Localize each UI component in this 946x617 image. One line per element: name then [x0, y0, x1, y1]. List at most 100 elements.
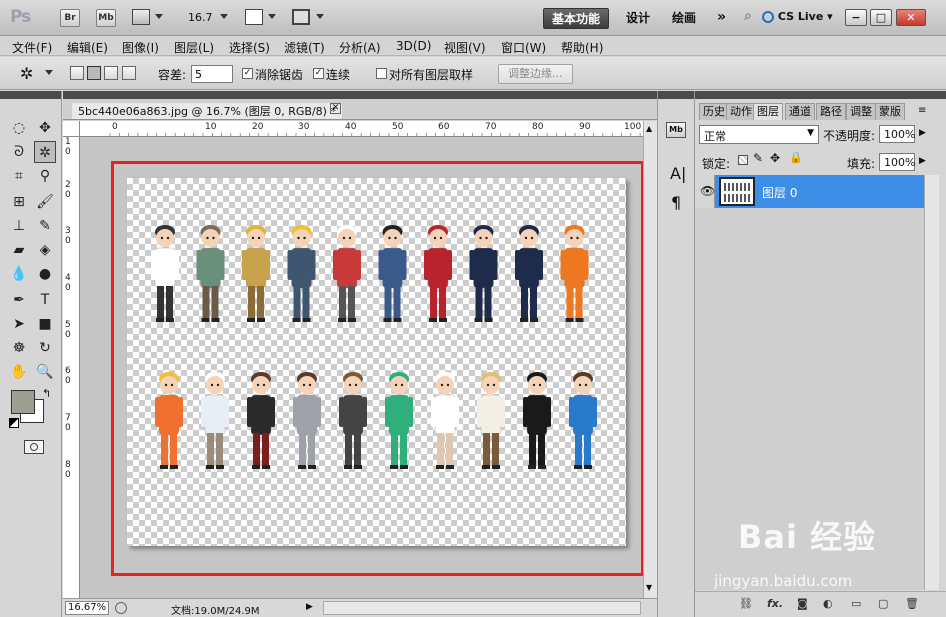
- eyedropper-tool-icon[interactable]: ⚲: [34, 165, 56, 187]
- lock-position-icon[interactable]: ✥: [770, 151, 780, 165]
- eye-icon[interactable]: 👁: [700, 184, 715, 198]
- menu-edit[interactable]: 编辑(E): [67, 39, 108, 56]
- workspace-design[interactable]: 设计: [618, 8, 658, 29]
- new-selection-icon[interactable]: [70, 66, 84, 80]
- dodge-tool-icon[interactable]: ●: [34, 263, 56, 285]
- sample-all-layers-checkbox[interactable]: [376, 68, 387, 79]
- lock-all-icon[interactable]: 🔒: [789, 151, 803, 164]
- blend-mode-select[interactable]: 正常 ▼: [699, 125, 819, 144]
- clone-stamp-tool-icon[interactable]: ⊥: [8, 215, 30, 237]
- bridge-button[interactable]: Br: [60, 9, 80, 27]
- tab-adjustments[interactable]: 调整: [846, 103, 876, 120]
- menu-image[interactable]: 图像(I): [122, 39, 159, 56]
- menu-filter[interactable]: 滤镜(T): [284, 39, 325, 56]
- type-tool-icon[interactable]: T: [34, 289, 56, 311]
- arrange-documents-icon[interactable]: [245, 9, 263, 25]
- blur-tool-icon[interactable]: 💧: [8, 263, 30, 285]
- search-icon[interactable]: ⌕: [744, 8, 752, 24]
- foreground-color-swatch[interactable]: [11, 390, 35, 414]
- menu-layer[interactable]: 图层(L): [174, 39, 214, 56]
- screen-mode-dropdown-icon[interactable]: [316, 14, 324, 19]
- marquee-tool-icon[interactable]: ◌: [8, 117, 30, 139]
- cs-live-button[interactable]: CS Live ▾: [762, 10, 833, 23]
- menu-view[interactable]: 视图(V): [444, 39, 486, 56]
- paragraph-panel-icon[interactable]: ¶: [671, 193, 681, 212]
- antialias-checkbox[interactable]: ✓: [242, 68, 253, 79]
- minimize-button[interactable]: −: [845, 9, 867, 26]
- more-workspaces-button[interactable]: »: [717, 9, 726, 25]
- hand-tool-icon[interactable]: ✋: [8, 361, 30, 383]
- document-panel-header[interactable]: [63, 91, 657, 99]
- menu-file[interactable]: 文件(F): [12, 39, 52, 56]
- eraser-tool-icon[interactable]: ▰: [8, 239, 30, 261]
- crop-tool-icon[interactable]: ⌗: [8, 165, 30, 187]
- canvas-area[interactable]: [80, 137, 644, 598]
- paint-bucket-tool-icon[interactable]: ◈: [34, 239, 56, 261]
- contiguous-checkbox[interactable]: ✓: [313, 68, 324, 79]
- status-menu-arrow-icon[interactable]: ▶: [306, 602, 313, 612]
- status-icon[interactable]: [115, 602, 127, 614]
- 3d-rotate-tool-icon[interactable]: ☸: [8, 337, 30, 359]
- add-to-selection-icon[interactable]: [87, 66, 101, 80]
- new-layer-icon[interactable]: ▢: [878, 597, 888, 610]
- link-layers-icon[interactable]: ⛓: [739, 597, 753, 610]
- path-selection-tool-icon[interactable]: ➤: [8, 313, 30, 335]
- quick-mask-icon[interactable]: [24, 440, 44, 454]
- tool-preset-dropdown-icon[interactable]: [45, 70, 53, 75]
- subtract-from-selection-icon[interactable]: [104, 66, 118, 80]
- icon-dock-header[interactable]: [658, 91, 694, 99]
- menu-help[interactable]: 帮助(H): [561, 39, 603, 56]
- delete-layer-icon[interactable]: 🗑: [905, 597, 919, 610]
- add-mask-icon[interactable]: ◙: [797, 597, 808, 610]
- menu-select[interactable]: 选择(S): [229, 39, 270, 56]
- ruler-origin[interactable]: [63, 121, 80, 137]
- horizontal-scrollbar[interactable]: [323, 601, 641, 615]
- tools-panel-header[interactable]: [0, 91, 61, 99]
- horizontal-ruler[interactable]: 0 10 20 30 40 50 60 70 80 90 100: [80, 121, 643, 137]
- vertical-ruler[interactable]: 1 0 2 0 3 0 4 0 5 0 6 0 7 0 8 0: [63, 137, 80, 598]
- pen-tool-icon[interactable]: ✒: [8, 289, 30, 311]
- tab-paths[interactable]: 路径: [816, 103, 846, 120]
- view-extras-dropdown-icon[interactable]: [155, 14, 163, 19]
- layer-style-icon[interactable]: fx.: [767, 597, 783, 610]
- mini-bridge-panel-icon[interactable]: Mb: [666, 122, 686, 138]
- lock-image-icon[interactable]: ✎: [753, 151, 763, 165]
- layer-visibility-cell[interactable]: 👁: [695, 175, 715, 208]
- swap-colors-icon[interactable]: ↰: [42, 387, 51, 400]
- scroll-down-icon[interactable]: ▼: [646, 583, 652, 592]
- intersect-selection-icon[interactable]: [122, 66, 136, 80]
- magic-wand-preset-icon[interactable]: ✲: [20, 64, 33, 83]
- scroll-up-icon[interactable]: ▲: [646, 124, 652, 133]
- close-button[interactable]: ✕: [896, 9, 926, 26]
- tab-channels[interactable]: 通道: [785, 103, 815, 120]
- view-extras-icon[interactable]: [132, 9, 150, 25]
- panel-menu-icon[interactable]: ≡: [918, 105, 926, 116]
- refine-edge-button[interactable]: 调整边缘...: [498, 64, 573, 84]
- character-panel-icon[interactable]: A|: [670, 164, 686, 183]
- adjustment-layer-icon[interactable]: ◐: [823, 597, 833, 610]
- move-tool-icon[interactable]: ✥: [34, 117, 56, 139]
- maximize-button[interactable]: □: [870, 9, 892, 26]
- mini-bridge-button[interactable]: Mb: [96, 9, 116, 27]
- zoom-tool-icon[interactable]: 🔍: [34, 361, 56, 383]
- tab-history[interactable]: 历史: [699, 103, 729, 120]
- 3d-orbit-tool-icon[interactable]: ↻: [34, 337, 56, 359]
- new-group-icon[interactable]: ▭: [851, 597, 861, 610]
- fill-slider-icon[interactable]: ▶: [919, 156, 926, 166]
- default-colors-icon[interactable]: [9, 418, 19, 428]
- opacity-slider-icon[interactable]: ▶: [919, 128, 926, 138]
- opacity-input[interactable]: 100%: [879, 125, 915, 143]
- lock-transparent-icon[interactable]: [738, 155, 748, 165]
- menu-3d[interactable]: 3D(D): [396, 39, 431, 53]
- brush-tool-icon[interactable]: 🖌: [34, 191, 56, 213]
- vertical-scrollbar[interactable]: ▲ ▼: [643, 121, 657, 598]
- lasso-tool-icon[interactable]: ᘐ: [8, 141, 30, 163]
- screen-mode-icon[interactable]: [292, 9, 310, 25]
- status-zoom-field[interactable]: 16.67%: [65, 601, 109, 615]
- healing-brush-tool-icon[interactable]: ⊞: [8, 191, 30, 213]
- arrange-dropdown-icon[interactable]: [268, 14, 276, 19]
- tab-masks[interactable]: 蒙版: [875, 103, 905, 120]
- zoom-level[interactable]: 16.7: [188, 11, 213, 24]
- tab-actions[interactable]: 动作: [726, 103, 756, 120]
- fill-input[interactable]: 100%: [879, 153, 915, 171]
